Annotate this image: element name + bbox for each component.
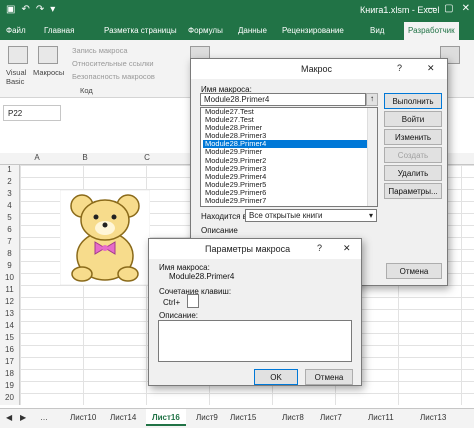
row-header[interactable]: 12 (0, 297, 20, 309)
options-description-label: Описание: (159, 311, 199, 320)
row-header[interactable]: 17 (0, 357, 20, 369)
ctrl-label: Ctrl+ (163, 298, 181, 307)
visual-basic-icon[interactable] (8, 46, 28, 64)
sheet-tab[interactable]: Лист14 (110, 413, 136, 422)
row-header[interactable]: 20 (0, 393, 20, 405)
help-button[interactable]: ? (397, 63, 402, 73)
tab-file[interactable]: Файл (6, 26, 26, 35)
create-button[interactable]: Создать (384, 147, 442, 163)
select-all-corner[interactable] (0, 153, 20, 165)
sheet-tab[interactable]: Лист15 (230, 413, 256, 422)
tab-formulas[interactable]: Формулы (188, 26, 223, 35)
sheet-next-button[interactable]: ▶ (20, 413, 26, 422)
teddy-bear-image (60, 190, 150, 285)
options-macro-name-value: Module28.Primer4 (169, 272, 235, 281)
visual-basic-button[interactable]: Visual Basic (6, 68, 34, 86)
column-header[interactable]: C (116, 153, 178, 165)
macros-button[interactable]: Макросы (33, 68, 64, 77)
tab-home[interactable]: Главная (44, 26, 74, 35)
collapse-arrow-icon[interactable]: ↑ (366, 93, 378, 106)
description-label: Описание (201, 226, 238, 235)
row-header[interactable]: 3 (0, 189, 20, 201)
relative-references-button[interactable]: Относительные ссылки (72, 59, 154, 68)
tab-page-layout[interactable]: Разметка страницы (104, 26, 177, 35)
macros-icon[interactable] (38, 46, 58, 64)
tab-view[interactable]: Вид (370, 26, 384, 35)
name-box[interactable]: P22 (3, 105, 61, 121)
row-header[interactable]: 14 (0, 321, 20, 333)
record-macro-button[interactable]: Запись макроса (72, 46, 128, 55)
delete-button[interactable]: Удалить (384, 165, 442, 181)
options-close-button[interactable]: ✕ (343, 243, 351, 254)
row-header[interactable]: 1 (0, 165, 20, 177)
tab-developer[interactable]: Разработчик (404, 22, 459, 40)
options-macro-name-label: Имя макроса: (159, 263, 210, 272)
macro-name-input[interactable]: Module28.Primer4 (200, 93, 366, 106)
title-bar: ▣ ↶ ↷ ▾ Книга1.xlsm - Excel — ▢ ✕ (0, 0, 474, 22)
row-header[interactable]: 4 (0, 201, 20, 213)
sheet-tab-active[interactable]: Лист16 (146, 409, 186, 426)
quick-access-toolbar: ▣ ↶ ↷ ▾ (6, 4, 55, 15)
shortcut-key-input[interactable] (187, 294, 199, 308)
sheet-tabs-bar: ◀ ▶ … Лист10 Лист14 Лист16 Лист9 Лист15 … (0, 408, 474, 428)
sheet-tab[interactable]: Лист11 (368, 413, 394, 422)
macro-list-item[interactable]: Module29.Primer7 (203, 196, 377, 205)
chevron-down-icon: ▾ (368, 211, 373, 220)
options-dialog-title: Параметры макроса (205, 244, 291, 254)
macro-options-dialog: Параметры макроса ? ✕ Имя макроса: Modul… (148, 238, 362, 386)
row-header[interactable]: 11 (0, 285, 20, 297)
sheet-tab[interactable]: Лист8 (282, 413, 304, 422)
undo-icon[interactable]: ↶ (21, 4, 29, 15)
tab-data[interactable]: Данные (238, 26, 267, 35)
sheet-tab[interactable]: Лист9 (196, 413, 218, 422)
sheet-more-button[interactable]: … (40, 413, 48, 422)
row-header[interactable]: 13 (0, 309, 20, 321)
row-header[interactable]: 7 (0, 237, 20, 249)
group-code-label: Код (80, 86, 93, 95)
options-button[interactable]: Параметры... (384, 183, 442, 199)
row-header[interactable]: 9 (0, 261, 20, 273)
sheet-tab[interactable]: Лист7 (320, 413, 342, 422)
run-button[interactable]: Выполнить (384, 93, 442, 109)
column-header[interactable]: A (20, 153, 54, 165)
minimize-button[interactable]: — (426, 3, 436, 14)
ribbon-tabs: Файл Главная Разметка страницы Формулы Д… (0, 22, 474, 40)
edit-button[interactable]: Изменить (384, 129, 442, 145)
options-cancel-button[interactable]: Отмена (305, 369, 353, 385)
row-header[interactable]: 8 (0, 249, 20, 261)
row-header[interactable]: 19 (0, 381, 20, 393)
macro-list[interactable]: Module27.Test Module27.Test Module28.Prime… (200, 107, 378, 207)
sheet-prev-button[interactable]: ◀ (6, 413, 12, 422)
macro-dialog-title: Макрос (301, 64, 333, 74)
step-into-button[interactable]: Войти (384, 111, 442, 127)
description-textarea[interactable] (158, 320, 352, 362)
macro-security-button[interactable]: Безопасность макросов (72, 72, 155, 81)
row-header[interactable]: 18 (0, 369, 20, 381)
sheet-tab[interactable]: Лист13 (420, 413, 446, 422)
row-header[interactable]: 5 (0, 213, 20, 225)
row-header[interactable]: 2 (0, 177, 20, 189)
macros-in-value: Все открытые книги (249, 211, 323, 220)
macro-cancel-button[interactable]: Отмена (386, 263, 442, 279)
maximize-button[interactable]: ▢ (444, 3, 453, 14)
customize-qat-icon[interactable]: ▾ (50, 4, 55, 15)
sheet-tab[interactable]: Лист10 (70, 413, 96, 422)
macro-list-scrollbar[interactable] (367, 108, 377, 206)
row-header[interactable]: 10 (0, 273, 20, 285)
macro-dialog-close-button[interactable]: ✕ (427, 63, 435, 74)
save-icon[interactable]: ▣ (6, 4, 15, 15)
ok-button[interactable]: OK (254, 369, 298, 385)
options-help-button[interactable]: ? (317, 243, 322, 253)
tab-review[interactable]: Рецензирование (282, 26, 344, 35)
macros-in-select[interactable]: Все открытые книги ▾ (245, 209, 377, 222)
close-button[interactable]: ✕ (462, 3, 470, 14)
redo-icon[interactable]: ↷ (36, 4, 44, 15)
macros-in-label: Находится в: (201, 212, 250, 221)
row-header[interactable]: 16 (0, 345, 20, 357)
column-header[interactable]: B (54, 153, 116, 165)
row-header[interactable]: 15 (0, 333, 20, 345)
row-header[interactable]: 6 (0, 225, 20, 237)
